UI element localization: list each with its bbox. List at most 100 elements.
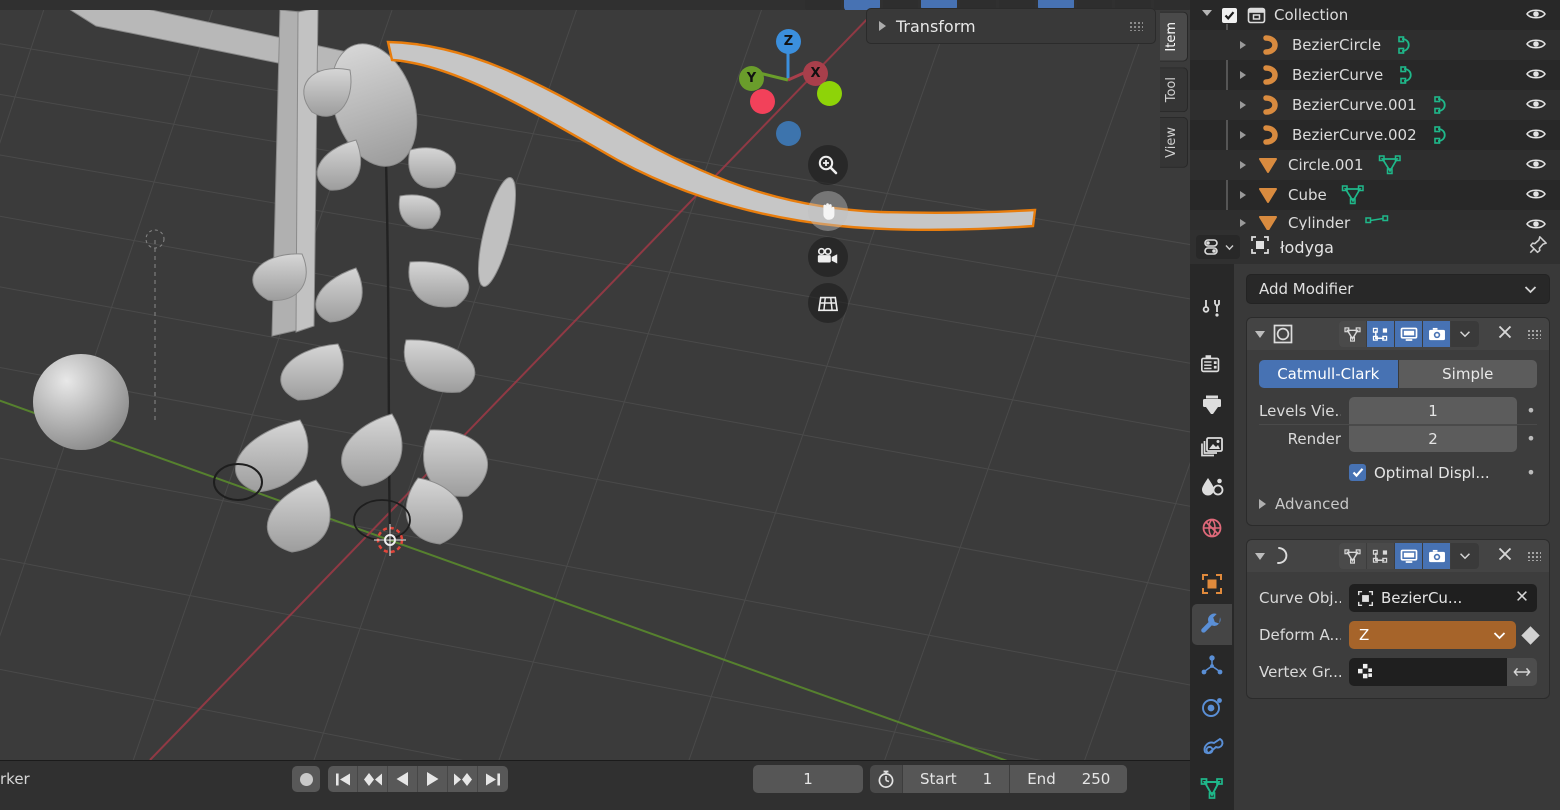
gizmo-axis-neg-z[interactable] — [776, 121, 801, 146]
levels-viewport-field[interactable]: 1 — [1349, 397, 1517, 424]
pin-id-button[interactable] — [1528, 235, 1548, 259]
outliner-row-beziercurve-001[interactable]: BezierCurve.001 — [1190, 90, 1560, 120]
disclosure-triangle-icon[interactable] — [1236, 71, 1250, 79]
tab-item[interactable]: Item — [1160, 12, 1188, 62]
toggle-perspective-button[interactable] — [808, 283, 848, 323]
disclosure-triangle-icon[interactable] — [1236, 101, 1250, 109]
outliner-row-cube[interactable]: Cube — [1190, 180, 1560, 210]
gizmo-axis-y[interactable]: Y — [739, 66, 764, 91]
tab-output[interactable] — [1192, 384, 1232, 425]
outliner-row-beziercurve[interactable]: BezierCurve — [1190, 60, 1560, 90]
transform-panel-header[interactable]: Transform — [866, 8, 1156, 44]
jump-to-start-button[interactable] — [328, 766, 358, 792]
tab-render[interactable] — [1192, 343, 1232, 384]
jump-to-end-button[interactable] — [478, 766, 508, 792]
tab-tool[interactable] — [1192, 288, 1232, 329]
outliner-editor[interactable]: Collection BezierCircle BezierCurve Bezi… — [1190, 0, 1560, 230]
disclosure-triangle-icon[interactable] — [1236, 219, 1250, 227]
modifier-header[interactable] — [1247, 540, 1549, 572]
tab-world[interactable] — [1192, 508, 1232, 549]
properties-editor[interactable]: łodyga Add Modifier Catmull-Clark Simple… — [1190, 230, 1560, 810]
toggle-edit-mode[interactable] — [1367, 321, 1395, 347]
remove-modifier-button[interactable] — [1497, 324, 1513, 344]
levels-render-field[interactable]: 2 — [1349, 425, 1517, 452]
optimal-display-checkbox[interactable] — [1349, 464, 1366, 481]
end-frame-field[interactable]: End 250 — [1009, 765, 1128, 793]
keyframe-diamond-icon[interactable] — [1521, 625, 1540, 645]
tab-view-layer[interactable] — [1192, 426, 1232, 467]
remove-modifier-button[interactable] — [1497, 546, 1513, 566]
navigation-gizmo[interactable]: Z X Y — [735, 22, 845, 146]
animate-property-dot[interactable]: • — [1525, 401, 1537, 420]
toggle-edit-mode[interactable] — [1367, 543, 1395, 569]
curve-data-icon[interactable] — [1431, 126, 1453, 144]
collection-checkbox[interactable] — [1222, 7, 1237, 23]
tab-tool[interactable]: Tool — [1160, 66, 1188, 112]
jump-to-prev-keyframe-button[interactable] — [358, 766, 388, 792]
vertex-group-field[interactable] — [1349, 658, 1507, 686]
modifier-extras-dropdown[interactable] — [1451, 543, 1479, 569]
tab-view[interactable]: View — [1160, 116, 1188, 168]
mesh-data-icon[interactable] — [1364, 215, 1390, 230]
marker-menu-label[interactable]: rker — [0, 770, 30, 788]
tab-modifiers[interactable] — [1192, 604, 1232, 646]
advanced-section-toggle[interactable]: Advanced — [1259, 495, 1537, 513]
panel-grip-icon[interactable] — [1129, 21, 1143, 31]
outliner-row-collection[interactable]: Collection — [1190, 0, 1560, 30]
disclosure-triangle-icon[interactable] — [1236, 41, 1250, 49]
animate-property-dot[interactable]: • — [1525, 463, 1537, 482]
jump-to-next-keyframe-button[interactable] — [448, 766, 478, 792]
gizmo-axis-z[interactable]: Z — [776, 29, 801, 54]
add-modifier-button[interactable]: Add Modifier — [1246, 274, 1550, 304]
current-frame-field[interactable]: 1 — [753, 765, 863, 793]
toggle-render[interactable] — [1423, 321, 1451, 347]
tab-object[interactable] — [1192, 563, 1232, 604]
invert-vertex-group-button[interactable] — [1507, 658, 1537, 686]
record-keyframes-button[interactable] — [292, 766, 320, 792]
play-button[interactable] — [418, 766, 448, 792]
tab-particles[interactable] — [1192, 645, 1232, 686]
visibility-toggle[interactable] — [1526, 97, 1546, 115]
visibility-toggle[interactable] — [1526, 187, 1546, 205]
play-reverse-button[interactable] — [388, 766, 418, 792]
modifier-header[interactable] — [1247, 318, 1549, 350]
disclosure-triangle-icon[interactable] — [1236, 161, 1250, 169]
subdivision-type-catmull-clark[interactable]: Catmull-Clark — [1259, 360, 1399, 388]
visibility-toggle[interactable] — [1526, 127, 1546, 145]
header-button[interactable] — [805, 0, 841, 10]
tab-scene[interactable] — [1192, 467, 1232, 508]
toggle-on-cage[interactable] — [1339, 543, 1367, 569]
outliner-row-cylinder[interactable]: Cylinder — [1190, 210, 1560, 230]
visibility-toggle[interactable] — [1526, 157, 1546, 175]
visibility-toggle[interactable] — [1526, 7, 1546, 25]
toggle-realtime[interactable] — [1395, 321, 1423, 347]
curve-data-icon[interactable] — [1431, 96, 1453, 114]
curve-data-icon[interactable] — [1397, 66, 1419, 84]
visibility-toggle[interactable] — [1526, 217, 1546, 230]
camera-view-button[interactable] — [808, 237, 848, 277]
start-frame-field[interactable]: Start 1 — [902, 765, 1010, 793]
deform-axis-dropdown[interactable]: Z — [1349, 621, 1516, 649]
gizmo-axis-neg-y[interactable] — [817, 81, 842, 106]
clear-curve-object-button[interactable] — [1515, 589, 1529, 607]
header-button[interactable] — [1154, 0, 1190, 10]
collapse-triangle-icon[interactable] — [1255, 330, 1265, 338]
gizmo-axis-neg-x[interactable] — [750, 89, 775, 114]
mesh-data-icon[interactable] — [1378, 155, 1402, 175]
toggle-on-cage[interactable] — [1339, 321, 1367, 347]
animate-property-dot[interactable]: • — [1525, 429, 1537, 448]
disclosure-triangle-icon[interactable] — [1200, 10, 1214, 20]
visibility-toggle[interactable] — [1526, 67, 1546, 85]
toggle-realtime[interactable] — [1395, 543, 1423, 569]
collapse-triangle-icon[interactable] — [1255, 552, 1265, 560]
toggle-render[interactable] — [1423, 543, 1451, 569]
subdivision-type-simple[interactable]: Simple — [1398, 360, 1537, 388]
outliner-row-beziercircle[interactable]: BezierCircle — [1190, 30, 1560, 60]
mesh-data-icon[interactable] — [1341, 185, 1365, 205]
curve-data-icon[interactable] — [1395, 36, 1417, 54]
modifier-drag-handle[interactable] — [1527, 551, 1541, 561]
disclosure-triangle-icon[interactable] — [1236, 131, 1250, 139]
modifier-drag-handle[interactable] — [1527, 329, 1541, 339]
tab-physics[interactable] — [1192, 687, 1232, 728]
zoom-view-button[interactable] — [808, 145, 848, 185]
